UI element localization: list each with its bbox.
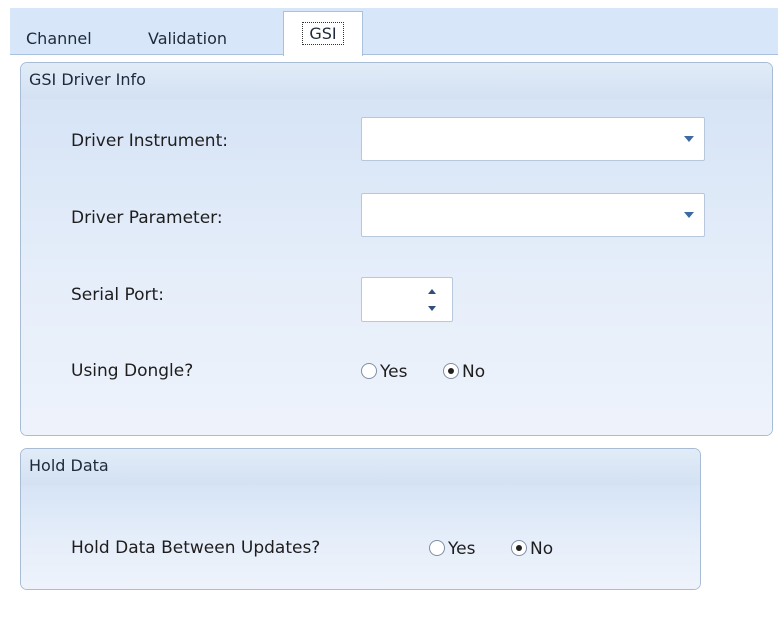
dongle-no-label: No: [462, 362, 486, 382]
tab-validation[interactable]: Validation: [148, 23, 227, 55]
driver-parameter-dropdown[interactable]: [361, 193, 705, 237]
tab-channel[interactable]: Channel: [26, 23, 92, 55]
using-dongle-label: Using Dongle?: [71, 361, 194, 381]
serial-port-label: Serial Port:: [71, 285, 164, 305]
tab-strip: Channel Validation GSI: [10, 8, 778, 56]
radio-on-icon: [511, 540, 527, 556]
hold-data-group: Hold Data Hold Data Between Updates? Yes…: [20, 448, 701, 590]
spin-up-icon[interactable]: [428, 289, 436, 294]
hold-no-label: No: [530, 539, 554, 559]
chevron-down-icon[interactable]: [684, 212, 694, 218]
driver-instrument-dropdown[interactable]: [361, 117, 705, 161]
chevron-down-icon[interactable]: [684, 136, 694, 142]
driver-instrument-label: Driver Instrument:: [71, 131, 228, 151]
gsi-driver-info-title: GSI Driver Info: [21, 63, 772, 99]
gsi-driver-info-body: Driver Instrument: Driver Parameter: Ser…: [21, 99, 772, 435]
hold-data-body: Hold Data Between Updates? Yes No: [21, 485, 700, 589]
tab-gsi-label: GSI: [302, 22, 344, 45]
hold-data-label: Hold Data Between Updates?: [71, 538, 321, 558]
radio-on-icon: [443, 363, 459, 379]
dongle-yes-radio[interactable]: Yes: [361, 361, 407, 383]
radio-off-icon: [361, 363, 377, 379]
driver-parameter-label: Driver Parameter:: [71, 208, 223, 228]
serial-port-spinner[interactable]: [361, 277, 453, 322]
gsi-driver-info-group: GSI Driver Info Driver Instrument: Drive…: [20, 62, 773, 436]
hold-data-title: Hold Data: [21, 449, 700, 485]
spin-down-icon[interactable]: [428, 306, 436, 311]
hold-yes-label: Yes: [448, 539, 476, 559]
hold-no-radio[interactable]: No: [511, 538, 553, 560]
hold-yes-radio[interactable]: Yes: [429, 538, 475, 560]
dongle-yes-label: Yes: [380, 362, 408, 382]
radio-off-icon: [429, 540, 445, 556]
dongle-no-radio[interactable]: No: [443, 361, 485, 383]
tab-gsi[interactable]: GSI: [283, 11, 363, 56]
